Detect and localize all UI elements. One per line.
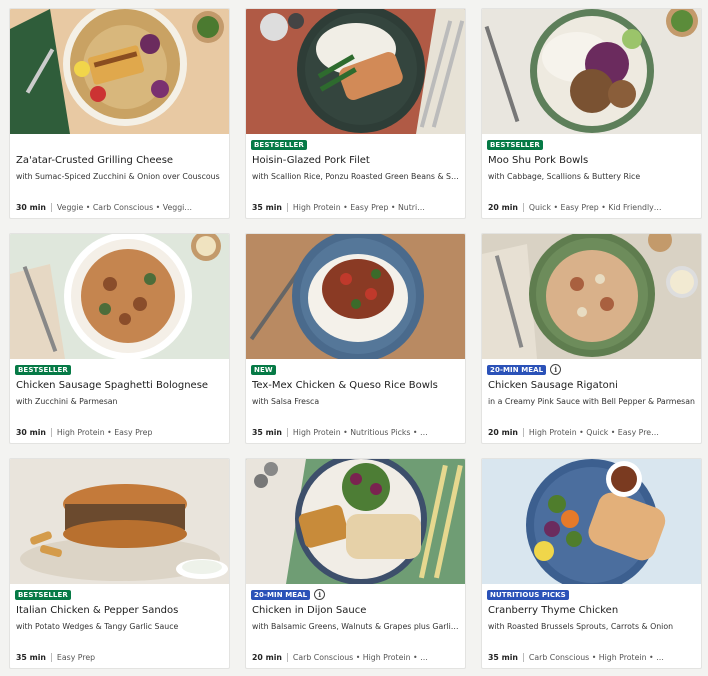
couscous-plate-photo <box>10 9 229 134</box>
recipe-card[interactable]: 20-MIN MEAL i Chicken in Dijon Sauce wit… <box>245 458 466 669</box>
meta-divider <box>50 653 52 662</box>
badge-row: BESTSELLER <box>251 138 307 151</box>
rice-bowl-photo <box>246 234 465 359</box>
recipe-title[interactable]: Tex-Mex Chicken & Queso Rice Bowls <box>252 380 461 391</box>
info-icon[interactable]: i <box>550 364 562 375</box>
cook-time: 20 min <box>488 428 518 437</box>
sandwich-photo <box>10 459 229 584</box>
twenty-min-meal-badge: 20-MIN MEAL <box>487 364 547 375</box>
recipe-meta: 20 min Quick • Easy Prep • Kid Friendly… <box>488 203 697 212</box>
recipe-tags: Quick • Easy Prep • Kid Friendly… <box>528 203 662 212</box>
recipe-subtitle: with Zucchini & Parmesan <box>16 397 118 406</box>
recipe-card[interactable]: Za'atar-Crusted Grilling Cheese with Sum… <box>9 8 230 219</box>
twenty-min-meal-badge: 20-MIN MEAL <box>251 589 311 600</box>
recipe-tags: Carb Conscious • High Protein • … <box>292 653 428 662</box>
badge-row: NEW <box>251 363 276 376</box>
cook-time: 30 min <box>16 203 46 212</box>
chicken-salad-plate-photo <box>246 459 465 584</box>
recipe-subtitle: in a Creamy Pink Sauce with Bell Pepper … <box>488 397 695 406</box>
spaghetti-bowl-photo <box>10 234 229 359</box>
recipe-subtitle: with Sumac-Spiced Zucchini & Onion over … <box>16 172 220 181</box>
recipe-tags: Carb Conscious • High Protein • … <box>528 653 664 662</box>
cook-time: 20 min <box>252 653 282 662</box>
recipe-tags: High Protein • Quick • Easy Pre… <box>528 428 659 437</box>
cook-time: 20 min <box>488 203 518 212</box>
bestseller-badge: BESTSELLER <box>487 139 543 150</box>
recipe-card[interactable]: 20-MIN MEAL i Chicken Sausage Rigatoni i… <box>481 233 702 444</box>
recipe-subtitle: with Balsamic Greens, Walnuts & Grapes p… <box>252 622 461 631</box>
recipe-title[interactable]: Chicken in Dijon Sauce <box>252 605 461 616</box>
pork-bowl-photo <box>482 9 701 134</box>
rigatoni-bowl-photo <box>482 234 701 359</box>
pork-rice-plate-photo <box>246 9 465 134</box>
recipe-card[interactable]: BESTSELLER Chicken Sausage Spaghetti Bol… <box>9 233 230 444</box>
recipe-tags: Easy Prep <box>56 653 96 662</box>
badge-row: BESTSELLER <box>15 588 71 601</box>
recipe-card[interactable]: BESTSELLER Italian Chicken & Pepper Sand… <box>9 458 230 669</box>
recipe-subtitle: with Salsa Fresca <box>252 397 320 406</box>
bestseller-badge: BESTSELLER <box>15 589 71 600</box>
recipe-tags: High Protein • Nutritious Picks • … <box>292 428 428 437</box>
badge-row: BESTSELLER <box>15 363 71 376</box>
recipe-subtitle: with Roasted Brussels Sprouts, Carrots &… <box>488 622 674 631</box>
recipe-tags: High Protein • Easy Prep <box>56 428 153 437</box>
recipe-meta: 20 min High Protein • Quick • Easy Pre… <box>488 428 697 437</box>
badge-row: NUTRITIOUS PICKS <box>487 588 569 601</box>
bestseller-badge: BESTSELLER <box>15 364 71 375</box>
badge-row: 20-MIN MEAL i <box>251 588 326 601</box>
recipe-card[interactable]: NEW Tex-Mex Chicken & Queso Rice Bowls w… <box>245 233 466 444</box>
recipe-meta: 30 min Veggie • Carb Conscious • Veggi… <box>16 203 225 212</box>
recipe-title[interactable]: Moo Shu Pork Bowls <box>488 155 697 166</box>
recipe-title[interactable]: Hoisin-Glazed Pork Filet <box>252 155 461 166</box>
recipe-title[interactable]: Cranberry Thyme Chicken <box>488 605 697 616</box>
recipe-subtitle: with Scallion Rice, Ponzu Roasted Green … <box>252 172 461 181</box>
recipe-meta: 30 min High Protein • Easy Prep <box>16 428 225 437</box>
meta-divider <box>286 203 288 212</box>
recipe-meta: 20 min Carb Conscious • High Protein • … <box>252 653 461 662</box>
recipe-meta: 35 min High Protein • Easy Prep • Nutri… <box>252 203 461 212</box>
recipe-title[interactable]: Za'atar-Crusted Grilling Cheese <box>16 155 225 166</box>
meta-divider <box>522 203 524 212</box>
recipe-card[interactable]: BESTSELLER Hoisin-Glazed Pork Filet with… <box>245 8 466 219</box>
recipe-grid: Za'atar-Crusted Grilling Cheese with Sum… <box>0 0 708 676</box>
recipe-title[interactable]: Chicken Sausage Rigatoni <box>488 380 697 391</box>
badge-row: BESTSELLER <box>487 138 543 151</box>
badge-row: 20-MIN MEAL i <box>487 363 562 376</box>
cook-time: 35 min <box>488 653 518 662</box>
recipe-tags: High Protein • Easy Prep • Nutri… <box>292 203 425 212</box>
recipe-meta: 35 min Easy Prep <box>16 653 225 662</box>
cook-time: 30 min <box>16 428 46 437</box>
recipe-meta: 35 min Carb Conscious • High Protein • … <box>488 653 697 662</box>
recipe-subtitle: with Potato Wedges & Tangy Garlic Sauce <box>16 622 179 631</box>
meta-divider <box>286 428 288 437</box>
recipe-title[interactable]: Italian Chicken & Pepper Sandos <box>16 605 225 616</box>
meta-divider <box>50 203 52 212</box>
cook-time: 35 min <box>252 203 282 212</box>
recipe-title[interactable]: Chicken Sausage Spaghetti Bolognese <box>16 380 225 391</box>
meta-divider <box>522 428 524 437</box>
meta-divider <box>522 653 524 662</box>
info-icon[interactable]: i <box>314 589 326 600</box>
recipe-card[interactable]: NUTRITIOUS PICKS Cranberry Thyme Chicken… <box>481 458 702 669</box>
recipe-meta: 35 min High Protein • Nutritious Picks •… <box>252 428 461 437</box>
meta-divider <box>50 428 52 437</box>
nutritious-picks-badge: NUTRITIOUS PICKS <box>487 589 569 600</box>
cook-time: 35 min <box>16 653 46 662</box>
recipe-tags: Veggie • Carb Conscious • Veggi… <box>56 203 193 212</box>
bestseller-badge: BESTSELLER <box>251 139 307 150</box>
chicken-veggie-plate-photo <box>482 459 701 584</box>
new-badge: NEW <box>251 364 276 375</box>
meta-divider <box>286 653 288 662</box>
cook-time: 35 min <box>252 428 282 437</box>
recipe-card[interactable]: BESTSELLER Moo Shu Pork Bowls with Cabba… <box>481 8 702 219</box>
recipe-subtitle: with Cabbage, Scallions & Buttery Rice <box>488 172 641 181</box>
